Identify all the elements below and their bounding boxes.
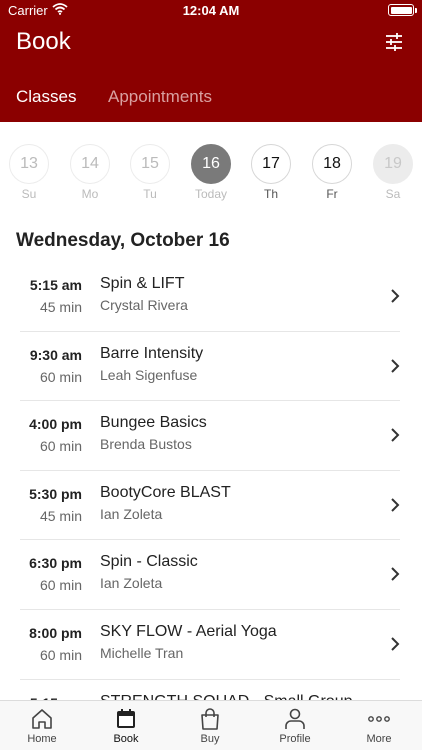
day-friday[interactable]: 18 Fr [312,144,352,201]
tab-classes[interactable]: Classes [16,87,76,107]
class-duration: 45 min [39,507,82,524]
app-header: Carrier 12:04 AM Book Classes Appointmen… [0,0,422,122]
sliders-icon[interactable] [384,32,404,52]
class-row[interactable]: 6:30 pm 60 min Spin - Classic Ian Zoleta [0,540,422,610]
class-list: 5:15 am 45 min Spin & LIFT Crystal River… [0,262,422,749]
day-label: Su [21,187,37,201]
class-time: 5:30 pm [29,485,82,502]
segment-tabs: Classes Appointments [0,84,422,108]
day-monday[interactable]: 14 Mo [70,144,110,201]
class-name: Bungee Basics [100,414,207,432]
class-instructor: Brenda Bustos [100,436,192,453]
class-row[interactable]: 5:15 am 45 min Spin & LIFT Crystal River… [0,262,422,332]
page-title: Book [16,28,71,55]
tabbar-label: Profile [279,733,311,745]
chevron-right-icon [391,567,400,582]
day-label: Fr [326,187,338,201]
day-number: 18 [312,144,352,184]
tabbar-more[interactable]: More [349,707,409,745]
class-instructor: Crystal Rivera [100,297,188,313]
class-time: 4:00 pm [29,416,82,433]
day-label: Sa [385,187,401,201]
chevron-right-icon [391,498,400,512]
class-instructor: Leah Sigenfuse [100,366,198,383]
tabbar-label: More [366,733,392,745]
class-name: Spin & LIFT [100,275,185,292]
class-instructor: Ian Zoleta [100,505,163,522]
day-number: 17 [251,144,291,184]
class-row[interactable]: 5:30 pm 45 min BootyCore BLAST Ian Zolet… [0,471,422,541]
day-label: Th [263,187,278,201]
tabbar-label: Buy [200,733,220,745]
day-saturday[interactable]: 19 Sa [373,144,413,201]
person-icon [285,708,305,729]
class-duration: 60 min [39,368,82,385]
class-duration: 45 min [39,299,82,315]
class-row[interactable]: 8:00 pm 60 min SKY FLOW - Aerial Yoga Mi… [0,610,422,680]
day-number: 19 [373,144,413,184]
class-row[interactable]: 9:30 am 60 min Barre Intensity Leah Sige… [0,332,422,402]
battery-icon [388,4,417,16]
tabbar-home[interactable]: Home [12,707,72,745]
chevron-right-icon [391,637,400,651]
class-duration: 60 min [39,646,82,663]
class-duration: 60 min [39,438,82,455]
class-time: 8:00 pm [29,624,82,641]
day-number: 15 [130,144,170,184]
class-time: 6:30 pm [29,555,82,572]
day-sunday[interactable]: 13 Su [9,144,49,201]
status-time: 12:04 AM [182,3,240,18]
day-thursday[interactable]: 17 Th [251,144,291,201]
tabbar-label: Home [27,733,57,745]
day-today[interactable]: 16 Today [191,144,231,201]
class-instructor: Michelle Tran [100,644,184,661]
tabbar-profile[interactable]: Profile [265,707,325,745]
tabbar-book[interactable]: Book [96,707,156,745]
tab-appointments[interactable]: Appointments [108,87,212,107]
day-number: 14 [70,144,110,184]
class-name: Barre Intensity [100,344,204,362]
day-label: Mo [81,187,99,201]
class-time: 9:30 am [29,346,82,363]
day-number: 16 [191,144,231,184]
day-picker: 13 Su 14 Mo 15 Tu 16 Today 17 Th 18 Fr 1… [0,144,422,204]
home-icon [32,709,52,729]
class-name: SKY FLOW - Aerial Yoga [100,622,277,640]
status-bar: Carrier 12:04 AM [0,0,422,20]
date-heading: Wednesday, October 16 [16,230,230,251]
chevron-right-icon [391,428,400,442]
calendar-icon [117,709,135,728]
more-dots-icon [368,716,390,722]
shopping-bag-icon [201,708,219,730]
day-label: Tu [143,187,157,201]
day-number: 13 [9,144,49,184]
day-label: Today [194,187,228,201]
class-name: Spin - Classic [100,553,198,571]
class-time: 5:15 am [29,277,82,293]
bottom-tab-bar: Home Book Buy Profile More [0,700,422,750]
class-duration: 60 min [39,577,82,594]
class-instructor: Ian Zoleta [100,575,163,592]
day-tuesday[interactable]: 15 Tu [130,144,170,201]
chevron-right-icon [391,358,400,373]
class-name: BootyCore BLAST [100,483,231,501]
class-row[interactable]: 4:00 pm 60 min Bungee Basics Brenda Bust… [0,401,422,471]
chevron-right-icon [391,289,400,303]
tabbar-buy[interactable]: Buy [180,707,240,745]
tabbar-label: Book [113,733,139,745]
